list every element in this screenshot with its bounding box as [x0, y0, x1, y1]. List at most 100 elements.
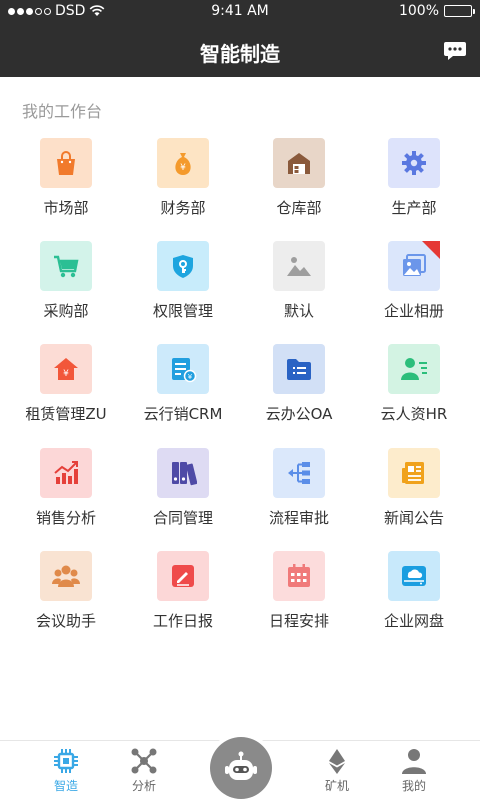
chat-bubble-icon[interactable] — [443, 40, 467, 62]
app-tile[interactable] — [40, 448, 92, 498]
page-title: 智能制造 — [200, 42, 280, 66]
person-list-icon — [401, 358, 427, 380]
image-icon — [287, 257, 311, 276]
edit-note-icon — [172, 565, 194, 587]
app-label: 权限管理 — [152, 302, 213, 320]
app-tile[interactable] — [157, 448, 209, 498]
app-meeting[interactable]: 会议助手 — [0, 551, 120, 651]
app-tile[interactable]: ¥ — [157, 138, 209, 188]
shield-key-icon — [173, 255, 193, 278]
app-calendar[interactable]: 日程安排 — [233, 551, 353, 651]
shopping-bag-icon — [57, 151, 75, 175]
svg-text:¥: ¥ — [188, 373, 193, 381]
tab-fenxi[interactable]: 分析 — [114, 747, 174, 797]
app-tile[interactable] — [157, 551, 209, 601]
app-shopping-bag[interactable]: 市场部 — [0, 138, 120, 238]
meeting-icon — [52, 565, 80, 587]
app-tile[interactable] — [388, 241, 440, 291]
app-tile[interactable] — [388, 138, 440, 188]
new-badge-icon — [422, 241, 440, 259]
battery-icon — [444, 5, 475, 17]
binders-icon — [172, 462, 197, 486]
app-bar-chart[interactable]: 销售分析 — [0, 448, 120, 548]
svg-text:¥: ¥ — [180, 163, 186, 173]
app-edit-note[interactable]: 工作日报 — [117, 551, 237, 651]
tab-label: 智造 — [53, 779, 78, 793]
app-warehouse[interactable]: 仓库部 — [233, 138, 353, 238]
app-label: 生产部 — [391, 199, 437, 217]
app-shield-key[interactable]: 权限管理 — [117, 241, 237, 341]
flow-icon — [288, 462, 310, 484]
app-label: 云行销CRM — [143, 405, 223, 423]
app-label: 合同管理 — [152, 509, 213, 527]
app-tile[interactable] — [273, 448, 325, 498]
app-tile[interactable] — [388, 448, 440, 498]
app-label: 流程审批 — [268, 509, 329, 527]
app-crm-doc[interactable]: ¥ 云行销CRM — [117, 344, 237, 444]
tab-kuangji[interactable]: 矿机 — [307, 747, 367, 797]
app-tile[interactable] — [40, 241, 92, 291]
app-album[interactable]: 企业相册 — [348, 241, 468, 341]
app-label: 云办公OA — [265, 405, 333, 423]
app-label: 租赁管理ZU — [25, 405, 107, 423]
app-cart[interactable]: 采购部 — [0, 241, 120, 341]
tab-zhizao[interactable]: 智造 — [36, 747, 96, 797]
center-robot-button[interactable] — [210, 737, 272, 799]
app-tile[interactable] — [273, 344, 325, 394]
app-label: 工作日报 — [152, 612, 213, 630]
calendar-icon — [288, 564, 310, 587]
app-person-list[interactable]: 云人资HR — [348, 344, 468, 444]
crm-doc-icon: ¥ — [172, 358, 197, 383]
app-tile[interactable] — [388, 551, 440, 601]
money-bag-icon: ¥ — [175, 153, 191, 175]
app-label: 市场部 — [43, 199, 89, 217]
app-image[interactable]: 默认 — [233, 241, 353, 341]
house-money-icon: ¥ — [54, 358, 78, 380]
app-label: 财务部 — [160, 199, 206, 217]
user-icon — [402, 749, 426, 774]
app-binders[interactable]: 合同管理 — [117, 448, 237, 548]
battery-percent: 100% — [398, 3, 439, 19]
app-label: 会议助手 — [35, 612, 96, 630]
app-cloud-drive[interactable]: 企业网盘 — [348, 551, 468, 651]
app-label: 采购部 — [43, 302, 89, 320]
app-label: 云人资HR — [380, 405, 448, 423]
robot-icon — [225, 751, 257, 780]
folder-icon — [287, 359, 311, 380]
app-tile[interactable]: ¥ — [157, 344, 209, 394]
gear-icon — [402, 151, 426, 175]
app-flow[interactable]: 流程审批 — [233, 448, 353, 548]
app-tile[interactable] — [273, 551, 325, 601]
app-label: 日程安排 — [268, 612, 329, 630]
chip-icon — [54, 749, 78, 773]
svg-text:¥: ¥ — [63, 369, 69, 379]
tab-label: 矿机 — [324, 779, 349, 793]
section-title: 我的工作台 — [22, 102, 103, 121]
app-label: 企业网盘 — [383, 612, 444, 630]
ethereum-icon — [329, 749, 345, 774]
app-tile[interactable]: ¥ — [40, 344, 92, 394]
app-label: 默认 — [283, 302, 314, 320]
tab-label: 分析 — [131, 779, 156, 793]
app-tile[interactable] — [273, 241, 325, 291]
app-house-money[interactable]: ¥ 租赁管理ZU — [0, 344, 120, 444]
tab-label: 我的 — [401, 779, 426, 793]
app-tile[interactable] — [40, 551, 92, 601]
app-newspaper[interactable]: 新闻公告 — [348, 448, 468, 548]
app-tile[interactable] — [388, 344, 440, 394]
status-bar: DSD 9:41 AM 100% — [0, 0, 480, 24]
app-label: 仓库部 — [276, 199, 322, 217]
app-tile[interactable] — [157, 241, 209, 291]
newspaper-icon — [402, 462, 424, 484]
app-money-bag[interactable]: ¥ 财务部 — [117, 138, 237, 238]
app-tile[interactable] — [273, 138, 325, 188]
app-label: 新闻公告 — [383, 509, 444, 527]
warehouse-icon — [288, 153, 310, 174]
app-label: 企业相册 — [383, 302, 444, 320]
app-tile[interactable] — [40, 138, 92, 188]
app-folder[interactable]: 云办公OA — [233, 344, 353, 444]
nav-bar: 智能制造 — [0, 24, 480, 77]
tab-wode[interactable]: 我的 — [384, 747, 444, 797]
top-bar: DSD 9:41 AM 100% 智能制造 — [0, 0, 480, 77]
app-gear[interactable]: 生产部 — [348, 138, 468, 238]
